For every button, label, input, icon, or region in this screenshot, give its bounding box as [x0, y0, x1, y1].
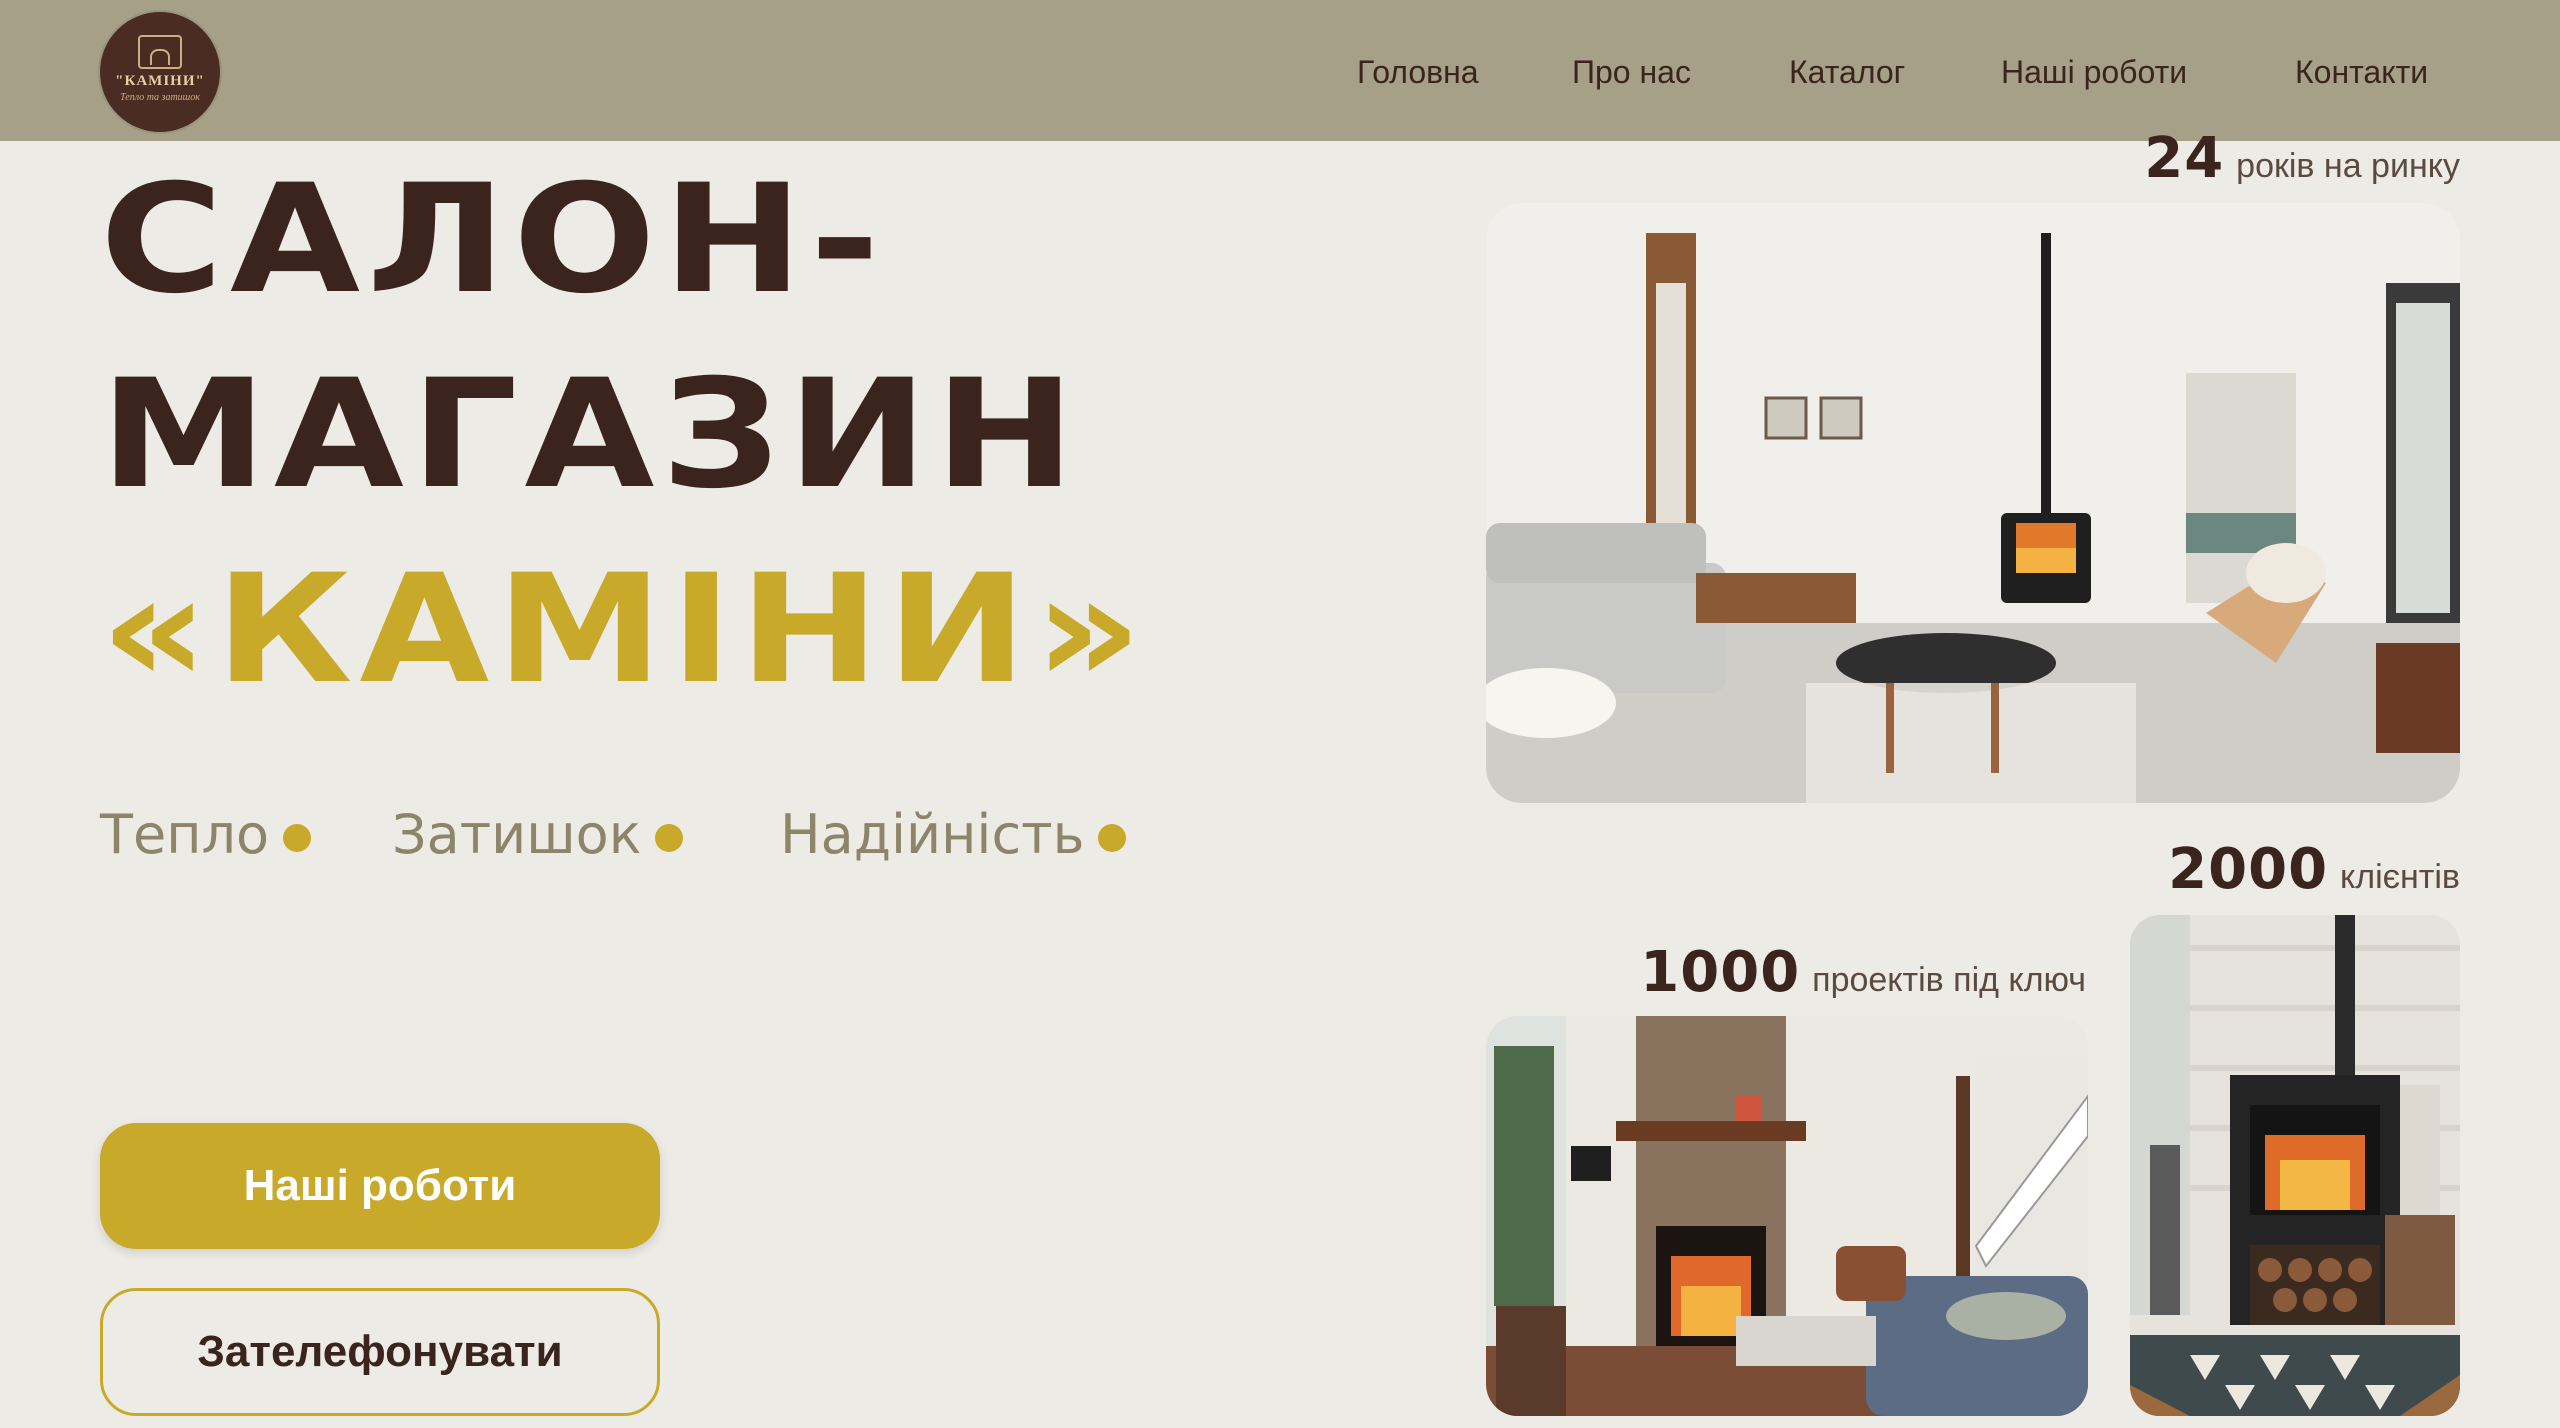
nav-contacts[interactable]: Контакти — [2295, 48, 2428, 96]
stat-label: клієнтів — [2340, 858, 2460, 896]
feature-label: Надійність — [780, 803, 1085, 866]
feature-label: Тепло — [100, 803, 270, 866]
nav-about[interactable]: Про нас — [1572, 48, 1691, 96]
hero-title-line-2: МАГАЗИН — [100, 348, 1082, 522]
bullet-dot-icon — [655, 824, 684, 852]
stat-label: проектів під ключ — [1812, 961, 2086, 999]
site-header: "КАМІНИ" Тепло та затишок Головна Про на… — [0, 0, 2560, 141]
hero-title-line-1: САЛОН- — [100, 153, 887, 327]
feature-item: Затишок — [392, 800, 684, 870]
feature-label: Затишок — [392, 803, 642, 866]
nav-our-works[interactable]: Наші роботи — [2001, 48, 2187, 96]
nav-home[interactable]: Головна — [1357, 48, 1479, 96]
hero-title-line-3: «КАМІНИ» — [100, 543, 1150, 717]
fireplace-logo-icon — [138, 35, 182, 69]
living-room-stove-photo — [1486, 203, 2460, 803]
logo-name: "КАМІНИ" — [115, 73, 205, 89]
stat-projects: 1000 проектів під ключ — [1640, 940, 2086, 1005]
feature-item: Надійність — [780, 800, 1127, 870]
stat-years: 24 років на ринку — [2144, 126, 2460, 191]
logo[interactable]: "КАМІНИ" Тепло та затишок — [100, 12, 220, 132]
our-works-button[interactable]: Наші роботи — [100, 1123, 660, 1249]
wood-stove-photo — [2130, 915, 2460, 1416]
stat-clients: 2000 клієнтів — [2168, 837, 2460, 902]
nav-catalog[interactable]: Каталог — [1789, 48, 1905, 96]
bullet-dot-icon — [283, 824, 312, 852]
stat-label: років на ринку — [2236, 147, 2460, 185]
logo-tagline: Тепло та затишок — [120, 92, 200, 103]
stone-fireplace-photo — [1486, 1016, 2088, 1416]
stat-value: 24 — [2144, 126, 2225, 191]
feature-item: Тепло — [100, 800, 312, 870]
stat-value: 1000 — [1640, 940, 1801, 1005]
bullet-dot-icon — [1098, 824, 1127, 852]
stat-value: 2000 — [2168, 837, 2329, 902]
call-button[interactable]: Зателефонувати — [100, 1288, 660, 1416]
